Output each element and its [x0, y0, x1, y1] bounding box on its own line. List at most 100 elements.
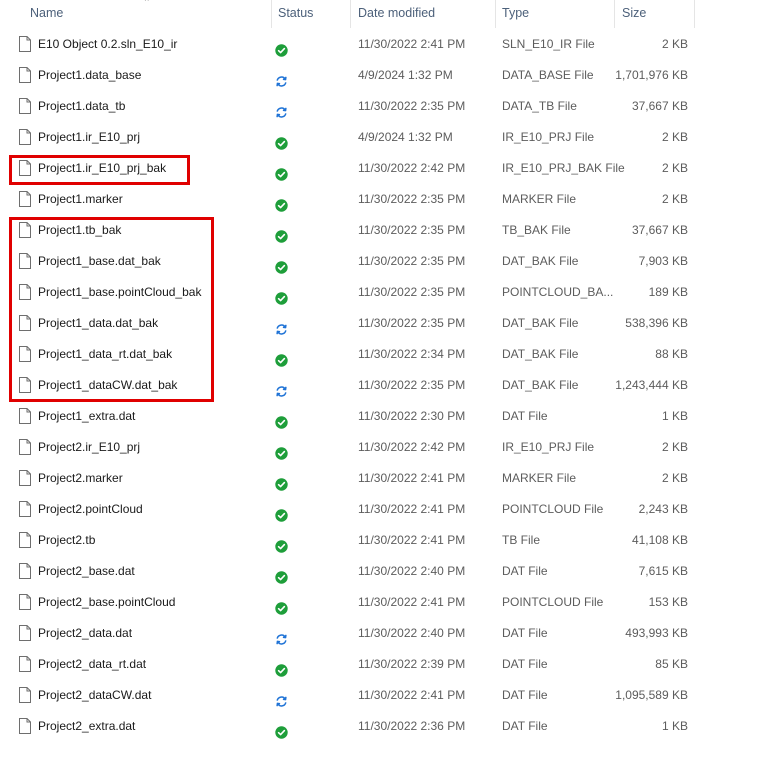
file-size: 7,615 KB [638, 564, 688, 578]
file-row[interactable]: Project2_base.pointCloud 11/30/2022 2:41 … [0, 587, 700, 618]
file-name: Project2_extra.dat [38, 719, 136, 733]
synced-check-icon [275, 162, 288, 181]
file-date-modified: 11/30/2022 2:41 PM [358, 502, 466, 516]
file-icon [19, 501, 31, 517]
file-date-modified: 11/30/2022 2:41 PM [358, 533, 466, 547]
file-icon [19, 408, 31, 424]
syncing-icon [275, 379, 288, 397]
file-type: DAT File [502, 626, 548, 640]
file-row[interactable]: Project1.marker 11/30/2022 2:35 PM MARKER … [0, 184, 700, 215]
file-date-modified: 11/30/2022 2:35 PM [358, 192, 466, 206]
synced-check-icon [275, 255, 288, 274]
file-row[interactable]: Project2_data_rt.dat 11/30/2022 2:39 PM DA… [0, 649, 700, 680]
file-date-modified: 11/30/2022 2:35 PM [358, 316, 466, 330]
file-type: DAT File [502, 409, 548, 423]
file-size: 1 KB [661, 409, 688, 423]
file-date-modified: 11/30/2022 2:34 PM [358, 347, 466, 361]
syncing-icon [275, 689, 288, 707]
file-row[interactable]: Project1.data_tb 11/30/2022 2:35 PM DATA_T… [0, 91, 700, 122]
file-icon [19, 687, 31, 703]
file-size: 2,243 KB [638, 502, 688, 516]
file-icon [19, 439, 31, 455]
file-icon [19, 656, 31, 672]
highlight-single-box [9, 155, 190, 185]
file-row[interactable]: Project2_data.dat 11/30/2022 2:40 PM DAT F… [0, 618, 700, 649]
synced-check-icon [275, 658, 288, 677]
file-type: DAT File [502, 688, 548, 702]
column-header-size[interactable]: Size [614, 0, 694, 28]
file-type: DAT File [502, 657, 548, 671]
file-date-modified: 11/30/2022 2:40 PM [358, 564, 466, 578]
file-name: Project2.ir_E10_prj [38, 440, 141, 454]
file-size: 2 KB [661, 192, 688, 206]
file-size: 41,108 KB [631, 533, 688, 547]
file-size: 2 KB [661, 471, 688, 485]
synced-check-icon [275, 38, 288, 57]
synced-check-icon [275, 410, 288, 429]
file-size: 2 KB [661, 130, 688, 144]
file-row[interactable]: Project2_dataCW.dat 11/30/2022 2:41 PM DAT… [0, 680, 700, 711]
file-size: 153 KB [648, 595, 688, 609]
file-name: Project2_data.dat [38, 626, 133, 640]
file-row[interactable]: Project2_extra.dat 11/30/2022 2:36 PM DAT … [0, 711, 700, 742]
file-row[interactable]: Project2.tb 11/30/2022 2:41 PM TB File 41,1… [0, 525, 700, 556]
file-size: 7,903 KB [638, 254, 688, 268]
file-size: 1 KB [661, 719, 688, 733]
file-row[interactable]: Project1.ir_E10_prj 4/9/2024 1:32 PM IR_E1… [0, 122, 700, 153]
file-name: Project2.marker [38, 471, 123, 485]
file-name: Project1.marker [38, 192, 123, 206]
column-divider[interactable] [694, 0, 695, 28]
file-date-modified: 11/30/2022 2:40 PM [358, 626, 466, 640]
file-date-modified: 11/30/2022 2:41 PM [358, 688, 466, 702]
file-name: Project2.pointCloud [38, 502, 143, 516]
file-size: 88 KB [655, 347, 688, 361]
file-date-modified: 11/30/2022 2:35 PM [358, 254, 466, 268]
file-size: 2 KB [661, 37, 688, 51]
file-icon [19, 532, 31, 548]
file-date-modified: 11/30/2022 2:35 PM [358, 223, 466, 237]
file-row[interactable]: Project2.marker 11/30/2022 2:41 PM MARKER … [0, 463, 700, 494]
file-row[interactable]: Project2.ir_E10_prj 11/30/2022 2:42 PM IR_… [0, 432, 700, 463]
column-header-status[interactable]: Status [270, 0, 350, 28]
file-size: 1,243,444 KB [615, 378, 688, 392]
file-icon [19, 36, 31, 52]
file-row[interactable]: Project2.pointCloud 11/30/2022 2:41 PM POI… [0, 494, 700, 525]
syncing-icon [275, 69, 288, 87]
file-row[interactable]: Project1.data_base 4/9/2024 1:32 PM DATA_B… [0, 60, 700, 91]
synced-check-icon [275, 193, 288, 212]
file-row[interactable]: Project1_extra.dat 11/30/2022 2:30 PM DAT … [0, 401, 700, 432]
synced-check-icon [275, 596, 288, 615]
file-type: TB File [502, 533, 541, 547]
file-size: 1,701,976 KB [615, 68, 688, 82]
file-date-modified: 4/9/2024 1:32 PM [358, 68, 453, 82]
file-icon [19, 563, 31, 579]
synced-check-icon [275, 131, 288, 150]
file-icon [19, 470, 31, 486]
file-date-modified: 11/30/2022 2:39 PM [358, 657, 466, 671]
file-size: 2 KB [661, 440, 688, 454]
syncing-icon [275, 317, 288, 335]
file-date-modified: 11/30/2022 2:41 PM [358, 471, 466, 485]
file-row[interactable]: Project2_base.dat 11/30/2022 2:40 PM DAT F… [0, 556, 700, 587]
file-name: Project2_data_rt.dat [38, 657, 147, 671]
file-size: 37,667 KB [631, 99, 688, 113]
column-header-date-modified[interactable]: Date modified [350, 0, 495, 28]
file-size: 1,095,589 KB [615, 688, 688, 702]
file-size: 85 KB [655, 657, 688, 671]
file-date-modified: 11/30/2022 2:35 PM [358, 99, 466, 113]
file-icon [19, 129, 31, 145]
file-name: Project2_dataCW.dat [38, 688, 152, 702]
file-date-modified: 4/9/2024 1:32 PM [358, 130, 453, 144]
file-row[interactable]: E10 Object 0.2.sln_E10_ir 11/30/2022 2:41… [0, 29, 700, 60]
file-name: Project1.ir_E10_prj [38, 130, 141, 144]
file-icon [19, 191, 31, 207]
file-date-modified: 11/30/2022 2:41 PM [358, 595, 466, 609]
file-date-modified: 11/30/2022 2:30 PM [358, 409, 466, 423]
column-header-bar: Name ⌃ Status Date modified Type Size [0, 0, 761, 28]
file-name: Project1_extra.dat [38, 409, 136, 423]
file-icon [19, 718, 31, 734]
column-header-type[interactable]: Type [494, 0, 614, 28]
file-icon [19, 98, 31, 114]
synced-check-icon [275, 348, 288, 367]
file-name: Project2_base.pointCloud [38, 595, 176, 609]
